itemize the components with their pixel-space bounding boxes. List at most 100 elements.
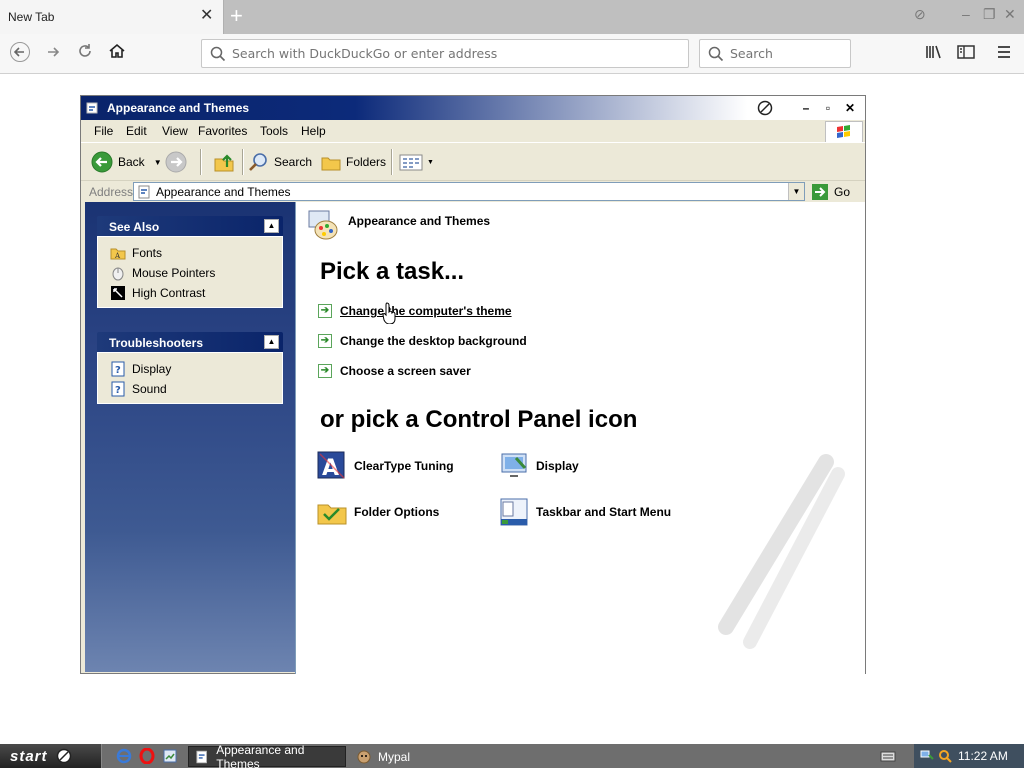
- menu-help[interactable]: Help: [301, 124, 326, 138]
- troubleshooters-header[interactable]: Troubleshooters ▲: [97, 332, 283, 352]
- menu-edit[interactable]: Edit: [126, 124, 147, 138]
- search-label: Search: [274, 155, 313, 169]
- start-button[interactable]: start: [0, 744, 102, 768]
- back-arrow-icon: [91, 151, 113, 173]
- address-label: Address: [89, 185, 134, 199]
- control-panel-icon: [196, 750, 207, 763]
- see-also-title: See Also: [109, 220, 160, 234]
- sidebar-item-fonts[interactable]: A Fonts: [98, 243, 282, 263]
- back-arrow-icon[interactable]: [8, 42, 32, 66]
- search-button[interactable]: Search: [248, 149, 312, 175]
- sidebar-item-label: High Contrast: [132, 286, 206, 300]
- svg-text:A: A: [114, 252, 121, 260]
- window-minimize-button[interactable]: –: [798, 100, 814, 116]
- views-button[interactable]: ▼: [399, 149, 434, 175]
- task-change-background[interactable]: ➔ Change the desktop background: [318, 334, 527, 348]
- start-label: start: [10, 747, 48, 765]
- os-taskbar: start Appearance and Themes Mypal 11:22 …: [0, 743, 1024, 771]
- cp-icon-label: ClearType Tuning: [354, 459, 454, 473]
- display-icon: [501, 453, 527, 477]
- toolbar-separator: [242, 149, 244, 175]
- close-window-button[interactable]: ✕: [1004, 6, 1016, 23]
- chevron-down-icon[interactable]: ▼: [788, 183, 804, 200]
- tab-close-icon[interactable]: ✕: [200, 8, 213, 24]
- up-folder-icon: [214, 154, 234, 172]
- browser-tab[interactable]: New Tab ✕: [0, 0, 224, 34]
- window-titlebar[interactable]: Appearance and Themes – ▫ ✕: [81, 96, 865, 120]
- address-input[interactable]: [232, 46, 672, 61]
- reload-icon[interactable]: [73, 42, 97, 66]
- browser-tab-bar: New Tab ✕ + ⊘ – ❐ ✕: [0, 0, 1024, 34]
- up-folder-button[interactable]: [213, 149, 235, 175]
- menu-icon[interactable]: [996, 44, 1012, 65]
- collapse-icon[interactable]: ▲: [264, 335, 279, 349]
- arrow-right-icon: ➔: [318, 334, 332, 348]
- folders-button[interactable]: Folders: [320, 149, 386, 175]
- window-maximize-button[interactable]: ▫: [820, 100, 836, 116]
- see-also-header[interactable]: See Also ▲: [97, 216, 283, 236]
- cleartype-icon: A: [317, 451, 345, 481]
- minimize-button[interactable]: –: [962, 6, 970, 22]
- keyboard-icon[interactable]: [880, 748, 896, 764]
- arrow-right-icon: ➔: [318, 304, 332, 318]
- opera-icon[interactable]: [139, 748, 155, 764]
- appearance-themes-icon: [308, 210, 338, 240]
- mypal-icon: [357, 750, 371, 763]
- taskbar-item-mypal[interactable]: Mypal: [350, 746, 490, 767]
- search-input[interactable]: [730, 46, 840, 61]
- search-bar[interactable]: [699, 39, 851, 68]
- search-icon: [210, 46, 226, 62]
- search-icon[interactable]: [938, 749, 952, 763]
- forward-arrow-icon[interactable]: [41, 42, 65, 66]
- task-change-theme[interactable]: ➔ Change the computer's theme: [318, 304, 512, 318]
- menu-tools[interactable]: Tools: [260, 124, 288, 138]
- category-title: Appearance and Themes: [348, 214, 491, 228]
- new-tab-button[interactable]: +: [230, 4, 243, 28]
- help-icon: ?: [111, 381, 125, 397]
- troubleshooters-body: ? Display ? Sound: [97, 352, 283, 404]
- collapse-icon[interactable]: ▲: [264, 219, 279, 233]
- menu-favorites[interactable]: Favorites: [198, 124, 247, 138]
- address-bar[interactable]: [201, 39, 689, 68]
- task-screen-saver[interactable]: ➔ Choose a screen saver: [318, 364, 471, 378]
- menu-view[interactable]: View: [162, 124, 188, 138]
- address-field[interactable]: Appearance and Themes ▼: [133, 182, 805, 201]
- taskbar-item-label: Mypal: [378, 749, 411, 764]
- sidebar-item-display[interactable]: ? Display: [98, 359, 282, 379]
- restore-button[interactable]: ❐: [983, 6, 996, 23]
- sidebar-item-high-contrast[interactable]: High Contrast: [98, 283, 282, 303]
- folder-options-icon: [317, 504, 347, 525]
- windows-logo-icon: [825, 121, 863, 143]
- ie-icon[interactable]: [116, 748, 132, 764]
- go-button[interactable]: Go: [811, 182, 850, 201]
- show-desktop-icon[interactable]: [162, 748, 178, 764]
- control-panel-icon: [138, 185, 150, 199]
- sidebar-item-label: Sound: [132, 382, 167, 396]
- sidebar-item-sound[interactable]: ? Sound: [98, 379, 282, 399]
- chevron-down-icon[interactable]: ▼: [154, 158, 162, 167]
- home-icon[interactable]: [105, 42, 129, 66]
- task-label: Change the desktop background: [340, 334, 527, 348]
- library-icon[interactable]: [925, 44, 943, 65]
- cp-icon-cleartype[interactable]: A ClearType Tuning: [316, 450, 454, 482]
- no-entry-icon: [757, 100, 773, 116]
- cp-icon-label: Display: [536, 459, 579, 473]
- network-icon[interactable]: [920, 749, 934, 763]
- see-also-body: A Fonts Mouse Pointers High Contrast: [97, 236, 283, 308]
- folders-label: Folders: [346, 155, 387, 169]
- back-button[interactable]: Back ▼: [91, 149, 162, 175]
- forward-button[interactable]: [165, 149, 187, 175]
- browser-toolbar: [0, 34, 1024, 74]
- window-close-button[interactable]: ✕: [842, 100, 858, 116]
- sidebar-icon[interactable]: [957, 44, 975, 65]
- taskbar-item-appearance[interactable]: Appearance and Themes: [188, 743, 346, 771]
- taskbar-item-label: Appearance and Themes: [216, 742, 305, 771]
- cp-icon-folder-options[interactable]: Folder Options: [316, 496, 439, 528]
- cp-icon-label: Taskbar and Start Menu: [536, 505, 672, 519]
- cp-icon-display[interactable]: Display: [498, 450, 579, 482]
- troubleshooters-panel: Troubleshooters ▲ ? Display ? Sound: [97, 332, 283, 404]
- sidebar-item-mouse-pointers[interactable]: Mouse Pointers: [98, 263, 282, 283]
- sidebar-item-label: Fonts: [132, 246, 163, 260]
- cp-icon-taskbar[interactable]: Taskbar and Start Menu: [498, 496, 671, 528]
- menu-file[interactable]: File: [94, 124, 113, 138]
